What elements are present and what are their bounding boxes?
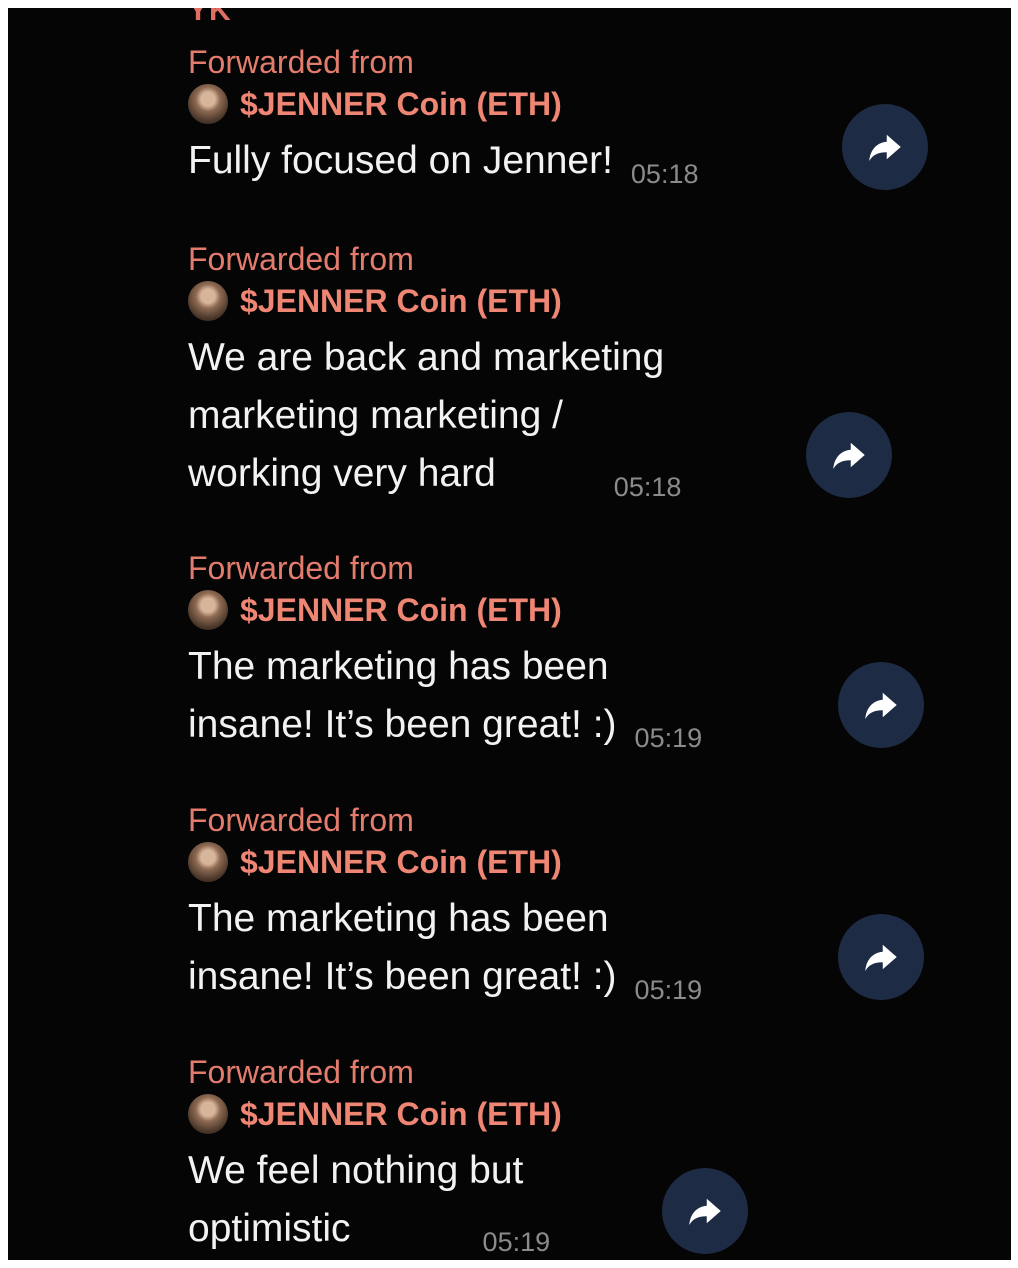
forwarded-message[interactable]: Forwarded from $JENNER Coin (ETH) We are… — [188, 239, 681, 506]
message-line-text: Fully focused on Jenner! — [188, 139, 613, 182]
message-time: 05:18 — [630, 159, 699, 189]
message-time: 05:18 — [613, 472, 682, 502]
share-button[interactable] — [662, 1168, 748, 1254]
share-button[interactable] — [838, 662, 924, 748]
forward-source[interactable]: $JENNER Coin (ETH) — [188, 279, 681, 323]
message-line-text: working very hard — [188, 452, 496, 495]
message-text: Fully focused on Jenner! 05:18 — [188, 132, 698, 193]
channel-name[interactable]: $JENNER Coin (ETH) — [240, 1096, 562, 1133]
channel-name[interactable]: $JENNER Coin (ETH) — [240, 283, 562, 320]
channel-avatar[interactable] — [188, 281, 228, 321]
forwarded-message[interactable]: Forwarded from $JENNER Coin (ETH) We fee… — [188, 1052, 562, 1260]
message-line: The marketing has been — [188, 645, 609, 688]
message-text: The marketing has been insane! It’s been… — [188, 638, 702, 757]
message-line: We are back and marketing — [188, 336, 665, 379]
message-line-text: optimistic — [188, 1207, 351, 1250]
message-text: We are back and marketing marketing mark… — [188, 329, 681, 506]
forwarded-message[interactable]: Forwarded from $JENNER Coin (ETH) The ma… — [188, 800, 702, 1009]
forwarded-message[interactable]: Forwarded from $JENNER Coin (ETH) Fully … — [188, 42, 698, 193]
message-time: 05:19 — [634, 975, 703, 1005]
channel-avatar[interactable] — [188, 842, 228, 882]
share-button[interactable] — [842, 104, 928, 190]
forward-source[interactable]: $JENNER Coin (ETH) — [188, 1092, 562, 1136]
message-line: marketing marketing / — [188, 394, 563, 437]
message-line: We feel nothing but — [188, 1149, 524, 1192]
channel-name[interactable]: $JENNER Coin (ETH) — [240, 86, 562, 123]
forwarded-from-label: Forwarded from — [188, 241, 414, 277]
channel-avatar[interactable] — [188, 84, 228, 124]
channel-avatar[interactable] — [188, 1094, 228, 1134]
message-line: insane! It’s been great! :) 05:19 — [188, 696, 702, 757]
sender-name: YK — [188, 8, 232, 27]
message-line: The marketing has been — [188, 897, 609, 940]
message-line: Fully focused on Jenner! 05:18 — [188, 132, 698, 193]
share-arrow-icon — [869, 134, 901, 161]
channel-avatar[interactable] — [188, 590, 228, 630]
share-arrow-icon — [865, 692, 897, 719]
message-text: We feel nothing but optimistic 05:19 — [188, 1142, 562, 1260]
share-arrow-icon — [689, 1198, 721, 1225]
channel-name[interactable]: $JENNER Coin (ETH) — [240, 844, 562, 881]
forwarded-from-label: Forwarded from — [188, 802, 414, 838]
channel-name[interactable]: $JENNER Coin (ETH) — [240, 592, 562, 629]
message-line-text: insane! It’s been great! :) — [188, 703, 617, 746]
share-arrow-icon — [865, 944, 897, 971]
chat-screen: YK Forwarded from $JENNER Coin (ETH) Ful… — [8, 8, 1011, 1260]
message-time: 05:19 — [482, 1227, 551, 1257]
forward-source[interactable]: $JENNER Coin (ETH) — [188, 840, 702, 884]
forwarded-from-label: Forwarded from — [188, 550, 414, 586]
forwarded-from-label: Forwarded from — [188, 1054, 414, 1090]
share-arrow-icon — [833, 442, 865, 469]
forwarded-message[interactable]: Forwarded from $JENNER Coin (ETH) The ma… — [188, 548, 702, 757]
forward-source[interactable]: $JENNER Coin (ETH) — [188, 588, 702, 632]
message-line-text: insane! It’s been great! :) — [188, 955, 617, 998]
share-button[interactable] — [806, 412, 892, 498]
share-button[interactable] — [838, 914, 924, 1000]
message-time: 05:19 — [634, 723, 703, 753]
forward-source[interactable]: $JENNER Coin (ETH) — [188, 82, 698, 126]
message-text: The marketing has been insane! It’s been… — [188, 890, 702, 1009]
message-line: working very hard 05:18 — [188, 445, 681, 506]
message-line: optimistic 05:19 — [188, 1200, 562, 1260]
forwarded-from-label: Forwarded from — [188, 44, 414, 80]
message-line: insane! It’s been great! :) 05:19 — [188, 948, 702, 1009]
